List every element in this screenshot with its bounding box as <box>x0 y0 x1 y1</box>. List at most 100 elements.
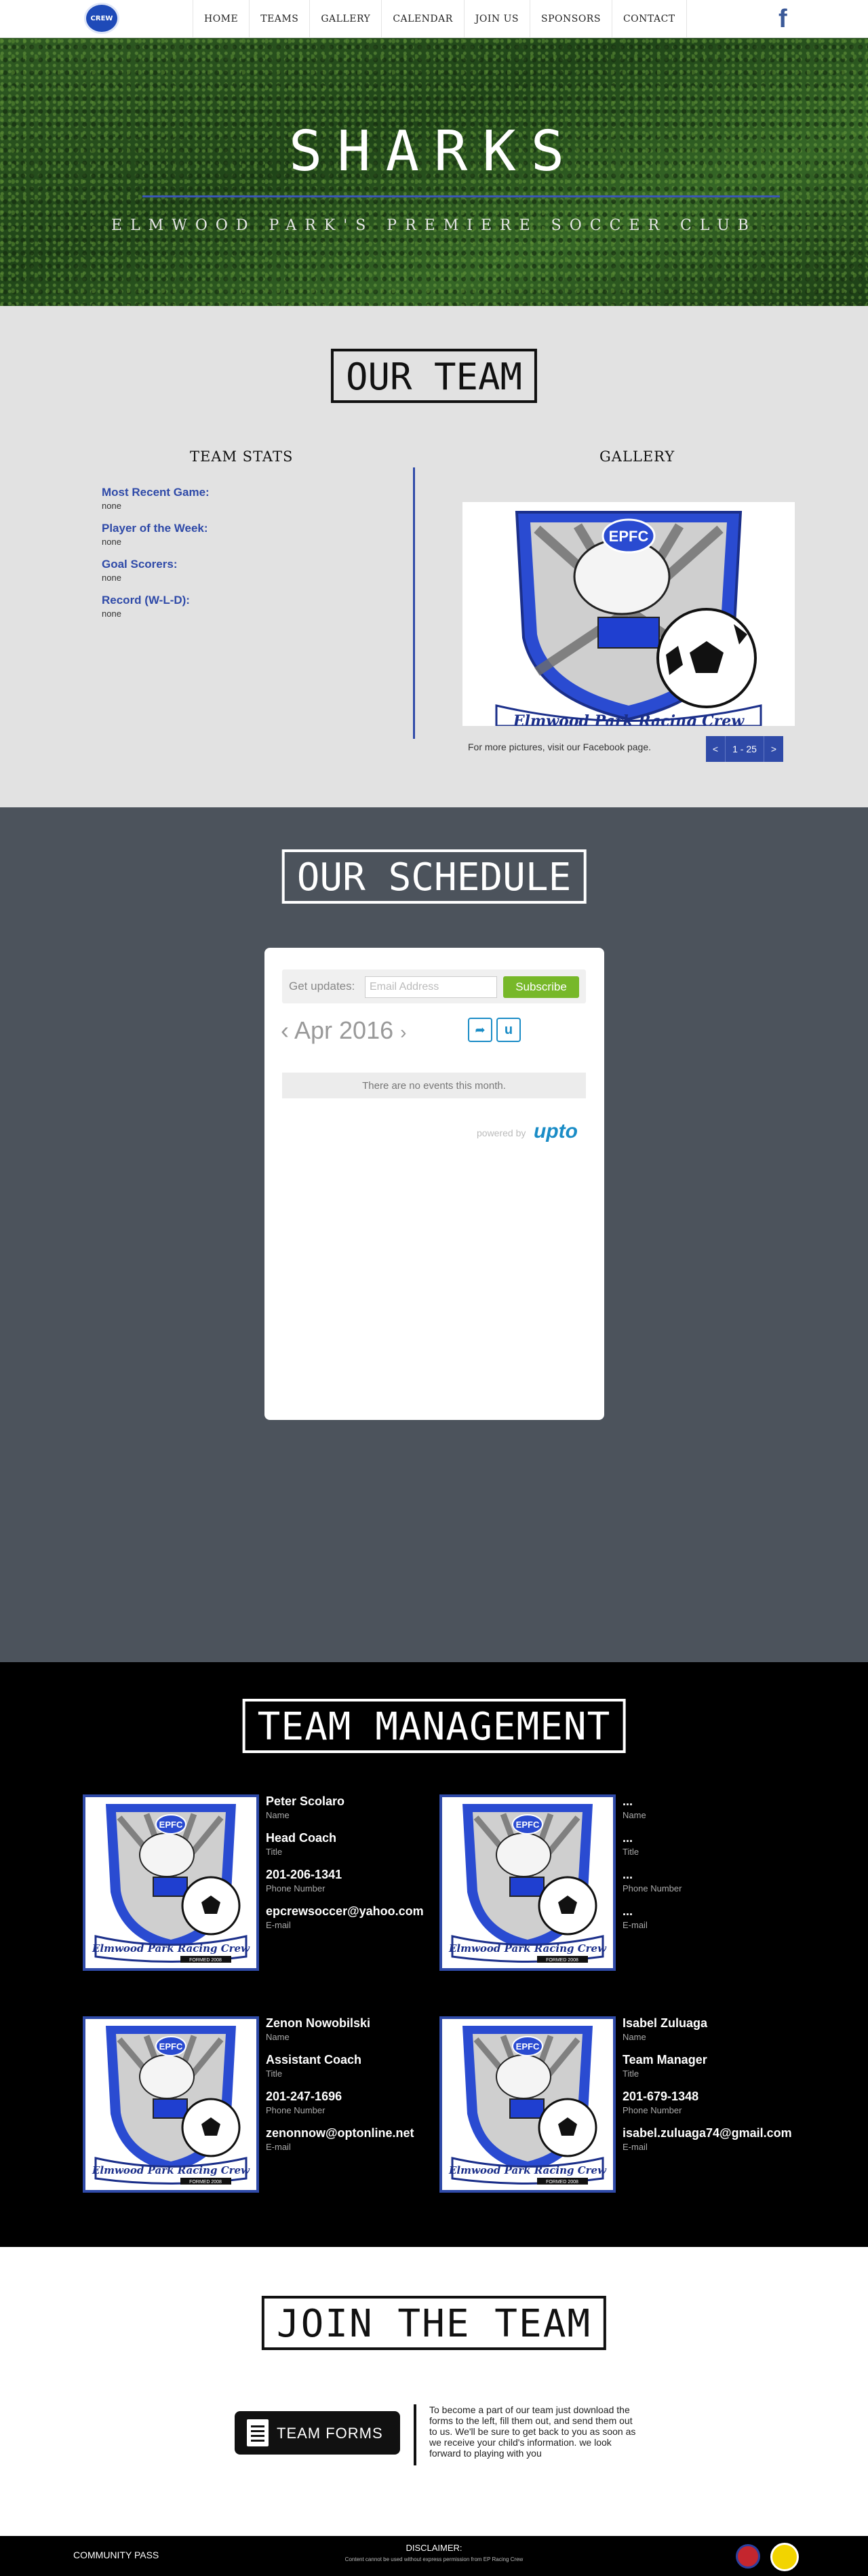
league-badge-icon[interactable] <box>736 2544 760 2569</box>
share-icon[interactable]: ➦ <box>468 1018 492 1042</box>
nav-item-join-us[interactable]: JOIN US <box>463 0 530 38</box>
gallery-image[interactable]: EPFC Elmwood Park Racing Crew <box>462 502 795 726</box>
staff-info: Isabel Zuluaga Name Team Manager Title 2… <box>623 2016 792 2163</box>
nav-item-teams[interactable]: TEAMS <box>249 0 309 38</box>
nav-item-contact[interactable]: CONTACT <box>611 0 687 38</box>
staff-title: ... <box>623 1831 633 1845</box>
stat-value: none <box>102 501 121 511</box>
nav-item-calendar[interactable]: CALENDAR <box>381 0 463 38</box>
crest-banner-text: Elmwood Park Racing Crew <box>448 2164 607 2176</box>
staff-info: Zenon Nowobilski Name Assistant Coach Ti… <box>266 2016 435 2163</box>
crest-caption: FORMED 2008 <box>189 1958 222 1963</box>
upto-icon[interactable]: u <box>496 1018 521 1042</box>
staff-name: Zenon Nowobilski <box>266 2016 371 2030</box>
gallery-note: For more pictures, visit our Facebook pa… <box>468 742 652 752</box>
calendar-widget: Get updates: Email Address Subscribe ‹ A… <box>264 948 604 1420</box>
crest-banner-text: Elmwood Park Racing Crew <box>92 1942 250 1955</box>
title-label: Title <box>266 1847 283 1857</box>
hero-banner: SHARKS ELMWOOD PARK'S PREMIERE SOCCER CL… <box>0 38 868 306</box>
staff-photo: EPFC Elmwood Park Racing Crew FORMED 200… <box>439 2016 616 2193</box>
community-pass-link[interactable]: COMMUNITY PASS <box>73 2550 159 2560</box>
staff-email[interactable]: isabel.zuluaga74@gmail.com <box>623 2126 792 2140</box>
pager-next-button[interactable]: > <box>764 736 783 762</box>
stat-value: none <box>102 609 121 619</box>
gallery-pager: < 1 - 25 > <box>706 736 783 762</box>
disclaimer-title: DISCLAIMER: <box>406 2543 462 2553</box>
updates-label: Get updates: <box>289 980 355 993</box>
no-events-message: There are no events this month. <box>282 1073 586 1098</box>
sponsor-badge-icon[interactable] <box>770 2543 799 2571</box>
month-navigator: ‹ Apr 2016 › <box>281 1016 406 1045</box>
staff-email[interactable]: zenonnow@optonline.net <box>266 2126 435 2140</box>
staff-name: Peter Scolaro <box>266 1794 345 1808</box>
team-management-section: TEAM MANAGEMENT EPFC Elmwood Park Racing… <box>0 1662 868 2247</box>
staff-email[interactable]: ... <box>623 1904 792 1919</box>
staff-name: ... <box>623 1794 633 1808</box>
next-month-button[interactable]: › <box>400 1022 406 1043</box>
crest-caption: FORMED 2008 <box>189 2180 222 2185</box>
current-month: Apr 2016 <box>294 1016 394 1044</box>
updates-bar: Get updates: Email Address Subscribe <box>282 969 586 1003</box>
staff-card: EPFC Elmwood Park Racing Crew FORMED 200… <box>83 1794 435 1971</box>
staff-phone[interactable]: 201-247-1696 <box>266 2090 435 2104</box>
club-logo[interactable]: CREW <box>84 3 119 34</box>
nav-item-sponsors[interactable]: SPONSORS <box>530 0 612 38</box>
section-title-team-management: TEAM MANAGEMENT <box>242 1699 626 1753</box>
name-label: Name <box>266 1810 290 1820</box>
prev-month-button[interactable]: ‹ <box>281 1016 289 1044</box>
crest-banner-text: Elmwood Park Racing Crew <box>448 1942 607 1955</box>
staff-title: Team Manager <box>623 2053 707 2066</box>
nav-item-home[interactable]: HOME <box>193 0 249 38</box>
staff-photo: EPFC Elmwood Park Racing Crew FORMED 200… <box>439 1794 616 1971</box>
our-team-section: OUR TEAM TEAM STATS GALLERY Most Recent … <box>0 306 868 807</box>
name-label: Name <box>623 1810 646 1820</box>
staff-card: EPFC Elmwood Park Racing Crew FORMED 200… <box>439 2016 792 2193</box>
subscribe-button[interactable]: Subscribe <box>503 976 579 998</box>
crest-banner-text: Elmwood Park Racing Crew <box>92 2164 250 2176</box>
pager-prev-button[interactable]: < <box>706 736 725 762</box>
staff-photo: EPFC Elmwood Park Racing Crew FORMED 200… <box>83 2016 259 2193</box>
hero-subtitle: ELMWOOD PARK'S PREMIERE SOCCER CLUB <box>111 217 757 234</box>
staff-title: Assistant Coach <box>266 2053 362 2066</box>
name-label: Name <box>623 2032 646 2042</box>
stat-label: Goal Scorers: <box>102 558 178 571</box>
staff-phone[interactable]: 201-206-1341 <box>266 1868 435 1882</box>
title-label: Title <box>623 1847 639 1857</box>
email-label: E-mail <box>623 2142 648 2152</box>
stat-value: none <box>102 573 121 583</box>
gallery-heading: GALLERY <box>599 448 675 465</box>
upto-brand-link[interactable]: upto <box>534 1120 578 1143</box>
email-field[interactable]: Email Address <box>365 976 497 998</box>
team-stats-heading: TEAM STATS <box>190 448 294 465</box>
crest-banner-text: Elmwood Park Racing Crew <box>513 712 745 726</box>
name-label: Name <box>266 2032 290 2042</box>
pager-range: 1 - 25 <box>725 736 764 762</box>
stat-label: Most Recent Game: <box>102 486 210 499</box>
team-forms-label: TEAM FORMS <box>277 2425 383 2442</box>
team-forms-button[interactable]: TEAM FORMS <box>235 2411 400 2455</box>
title-label: Title <box>266 2069 283 2079</box>
staff-name: Isabel Zuluaga <box>623 2016 708 2030</box>
crest-caption: FORMED 2008 <box>546 1958 578 1963</box>
staff-phone[interactable]: ... <box>623 1868 792 1882</box>
join-the-team-section: JOIN THE TEAM TEAM FORMS To become a par… <box>0 2247 868 2536</box>
staff-email[interactable]: epcrewsoccer@yahoo.com <box>266 1904 435 1919</box>
staff-title: Head Coach <box>266 1831 337 1845</box>
staff-card: EPFC Elmwood Park Racing Crew FORMED 200… <box>439 1794 792 1971</box>
staff-phone[interactable]: 201-679-1348 <box>623 2090 792 2104</box>
club-crest-image: EPFC Elmwood Park Racing Crew <box>462 502 795 726</box>
powered-by-label: powered by <box>477 1128 526 1138</box>
staff-photo: EPFC Elmwood Park Racing Crew FORMED 200… <box>83 1794 259 1971</box>
section-title-join-the-team: JOIN THE TEAM <box>261 2296 607 2350</box>
crest-text: EPFC <box>516 2041 540 2052</box>
phone-label: Phone Number <box>623 2105 682 2115</box>
our-schedule-section: OUR SCHEDULE Get updates: Email Address … <box>0 807 868 1662</box>
facebook-icon[interactable]: f <box>778 5 793 33</box>
email-label: E-mail <box>623 1920 648 1930</box>
column-divider <box>413 467 415 739</box>
disclaimer-text: Content cannot be used without express p… <box>344 2556 524 2562</box>
top-navigation: CREW HOME TEAMS GALLERY CALENDAR JOIN US… <box>0 0 868 38</box>
crest-text: EPFC <box>516 1820 540 1830</box>
stat-label: Record (W-L-D): <box>102 594 190 607</box>
nav-item-gallery[interactable]: GALLERY <box>309 0 381 38</box>
